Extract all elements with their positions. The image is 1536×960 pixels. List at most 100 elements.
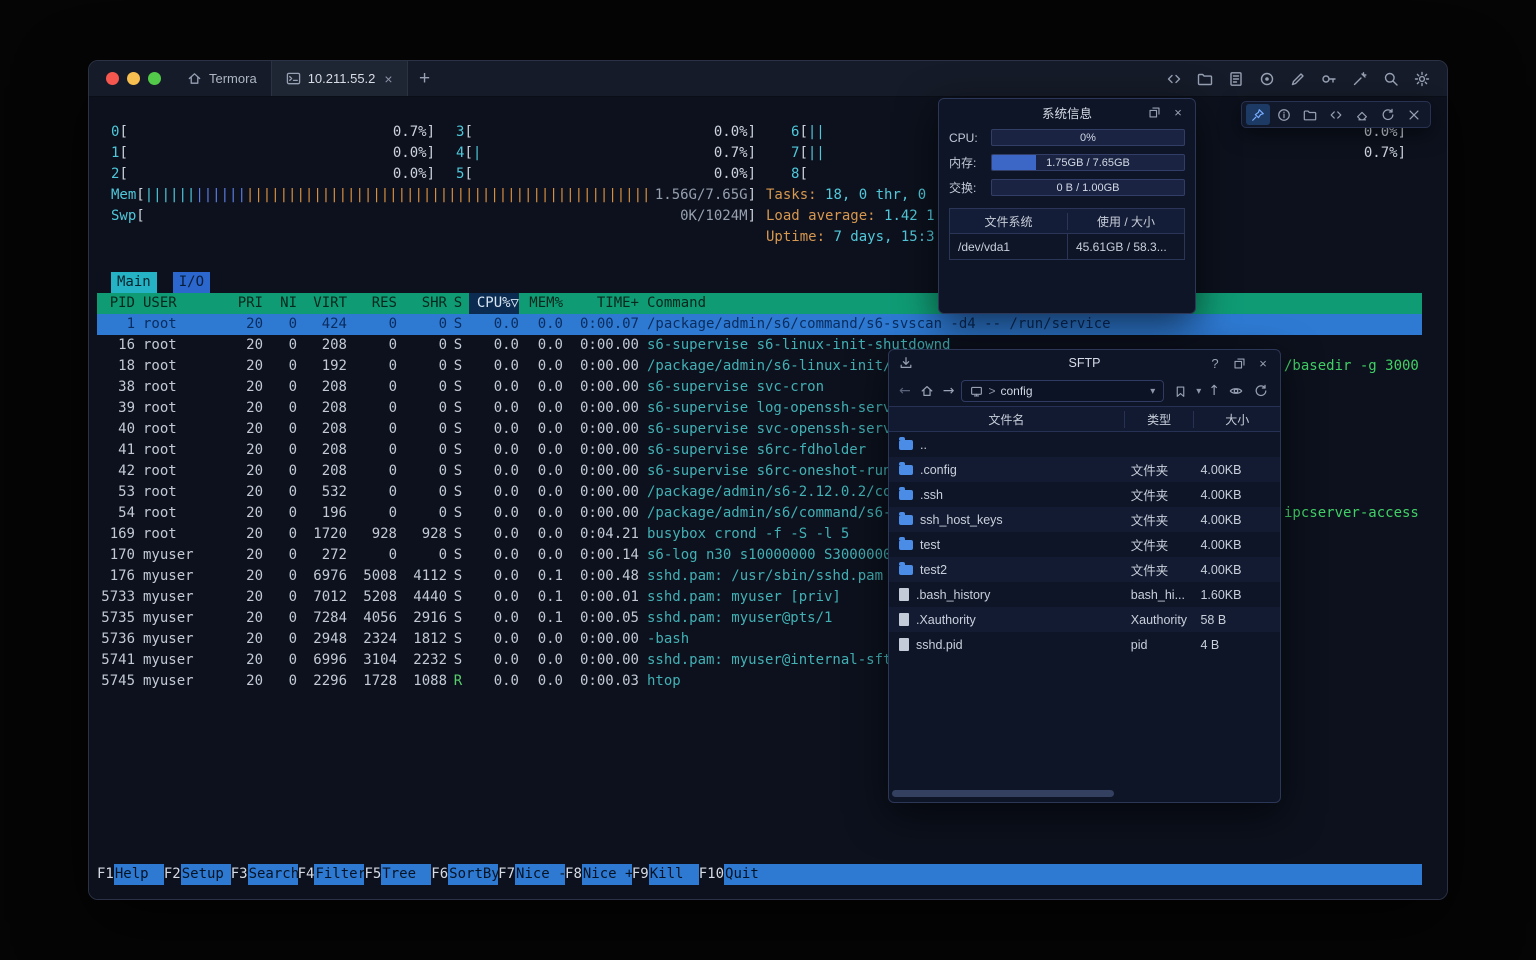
- fkey-number: F3: [231, 864, 248, 885]
- open-in-window-icon[interactable]: [1230, 354, 1248, 372]
- titlebar-icons: [1163, 61, 1447, 96]
- open-in-window-icon[interactable]: [1145, 103, 1163, 121]
- fkey-sortby[interactable]: SortBy: [448, 864, 498, 885]
- record-icon[interactable]: [1256, 68, 1278, 90]
- terminal-icon: [286, 71, 301, 86]
- column-header-mem[interactable]: MEM%: [519, 293, 563, 314]
- size-column-header[interactable]: 大小: [1194, 411, 1280, 428]
- sftp-panel: SFTP ? × ← → > config ▾ ▾ ↑: [888, 349, 1281, 803]
- pin-icon[interactable]: [1246, 104, 1270, 125]
- fkey-help[interactable]: Help: [114, 864, 164, 885]
- close-icon[interactable]: ×: [1254, 354, 1272, 372]
- filesystem-row: /dev/vda145.61GB / 58.3...: [950, 233, 1184, 259]
- close-tab-icon[interactable]: ×: [384, 71, 392, 87]
- cpu-usage-row: CPU: 0%: [939, 125, 1195, 150]
- column-header-cpu[interactable]: CPU%▽: [469, 293, 519, 314]
- forward-icon[interactable]: →: [943, 383, 955, 399]
- key-icon[interactable]: [1318, 68, 1340, 90]
- macro-icon[interactable]: [1225, 68, 1247, 90]
- tab-home[interactable]: Termora: [173, 61, 271, 96]
- clear-icon[interactable]: [1350, 104, 1374, 125]
- folder-icon: [899, 465, 913, 475]
- file-icon: [899, 638, 909, 651]
- back-icon[interactable]: ←: [899, 383, 911, 399]
- sftp-file-row[interactable]: sshd.pidpid4 B: [889, 632, 1280, 657]
- stat-line: Load average: 1.42 1: [766, 206, 935, 227]
- fkey-kill[interactable]: Kill: [649, 864, 699, 885]
- bookmark-chevron-icon[interactable]: ▾: [1196, 386, 1201, 397]
- cpu-label: CPU:: [949, 131, 985, 145]
- usage-column-header: 使用 / 大小: [1068, 213, 1184, 230]
- fkey-filter[interactable]: Filter: [314, 864, 364, 885]
- bookmark-icon[interactable]: [1171, 382, 1189, 400]
- column-header-virt[interactable]: VIRT: [297, 293, 347, 314]
- memory-label: 内存:: [949, 154, 985, 171]
- close-icon[interactable]: ×: [1169, 103, 1187, 121]
- minimize-window-button[interactable]: [127, 72, 140, 85]
- type-column-header[interactable]: 类型: [1125, 411, 1195, 428]
- upload-icon[interactable]: ↑: [1208, 383, 1220, 399]
- column-header-shr[interactable]: SHR: [397, 293, 447, 314]
- fkey-tree[interactable]: Tree: [381, 864, 431, 885]
- folder-icon[interactable]: [1194, 68, 1216, 90]
- search-icon[interactable]: [1380, 68, 1402, 90]
- filename-column-header[interactable]: 文件名: [889, 411, 1125, 428]
- code-icon[interactable]: [1163, 68, 1185, 90]
- home-icon[interactable]: [918, 382, 936, 400]
- htop-tab-main[interactable]: Main: [111, 272, 157, 293]
- settings-icon[interactable]: [1411, 68, 1433, 90]
- sftp-file-row[interactable]: ssh_host_keys文件夹4.00KB: [889, 507, 1280, 532]
- info-icon[interactable]: [1272, 104, 1296, 125]
- tab-connection-label: 10.211.55.2: [308, 71, 376, 86]
- column-header-res[interactable]: RES: [347, 293, 397, 314]
- sftp-toolbar: ← → > config ▾ ▾ ↑: [889, 376, 1280, 406]
- sftp-table-header: 文件名 类型 大小: [889, 406, 1280, 432]
- zoom-window-button[interactable]: [148, 72, 161, 85]
- folder-icon[interactable]: [1298, 104, 1322, 125]
- traffic-lights: [89, 61, 173, 96]
- sftp-file-row[interactable]: test2文件夹4.00KB: [889, 557, 1280, 582]
- fkey-quit[interactable]: Quit: [724, 864, 774, 885]
- cpu-meter-1: 1[0.0%]: [111, 143, 435, 164]
- htop-tabs: Main I/O: [111, 272, 210, 293]
- column-header-ni[interactable]: NI: [263, 293, 297, 314]
- path-breadcrumb[interactable]: > config ▾: [961, 380, 1164, 402]
- column-header-pid[interactable]: PID: [97, 293, 135, 314]
- help-icon[interactable]: ?: [1206, 354, 1224, 372]
- tab-connection[interactable]: 10.211.55.2 ×: [271, 61, 408, 96]
- highlight-icon[interactable]: [1349, 68, 1371, 90]
- process-row[interactable]: 1root20042400S0.00.00:00.07/package/admi…: [97, 314, 1422, 335]
- fkey-nice[interactable]: Nice -: [515, 864, 565, 885]
- close-icon[interactable]: [1402, 104, 1426, 125]
- sftp-file-row[interactable]: .config文件夹4.00KB: [889, 457, 1280, 482]
- fkey-nice[interactable]: Nice +: [582, 864, 632, 885]
- computer-icon: [970, 385, 983, 398]
- sftp-file-row[interactable]: .bash_historybash_hi...1.60KB: [889, 582, 1280, 607]
- folder-icon: [899, 440, 913, 450]
- htop-tab-io[interactable]: I/O: [173, 272, 210, 293]
- memory-usage-row: 内存: 1.75GB / 7.65GB: [939, 150, 1195, 175]
- refresh-icon[interactable]: [1376, 104, 1400, 125]
- refresh-icon[interactable]: [1252, 382, 1270, 400]
- column-header-time[interactable]: TIME+: [563, 293, 639, 314]
- chevron-down-icon[interactable]: ▾: [1150, 386, 1155, 397]
- stat-line: Tasks: 18, 0 thr, 0: [766, 185, 935, 206]
- fkey-setup[interactable]: Setup: [181, 864, 231, 885]
- scrollbar-thumb[interactable]: [892, 790, 1114, 797]
- sftp-file-row[interactable]: test文件夹4.00KB: [889, 532, 1280, 557]
- htop-stats: Tasks: 18, 0 thr, 0Load average: 1.42 1U…: [766, 185, 935, 248]
- code-icon[interactable]: [1324, 104, 1348, 125]
- column-header-s[interactable]: S: [447, 293, 469, 314]
- sftp-file-row[interactable]: .ssh文件夹4.00KB: [889, 482, 1280, 507]
- new-tab-button[interactable]: +: [408, 61, 442, 96]
- edit-icon[interactable]: [1287, 68, 1309, 90]
- show-hidden-icon[interactable]: [1227, 382, 1245, 400]
- sftp-file-row[interactable]: ..: [889, 432, 1280, 457]
- close-window-button[interactable]: [106, 72, 119, 85]
- fkey-search[interactable]: Search: [248, 864, 298, 885]
- column-header-user[interactable]: USER: [135, 293, 219, 314]
- sftp-file-row[interactable]: .XauthorityXauthority58 B: [889, 607, 1280, 632]
- column-header-pri[interactable]: PRI: [219, 293, 263, 314]
- swap-progress-text: 0 B / 1.00GB: [992, 180, 1184, 195]
- fkey-number: F1: [97, 864, 114, 885]
